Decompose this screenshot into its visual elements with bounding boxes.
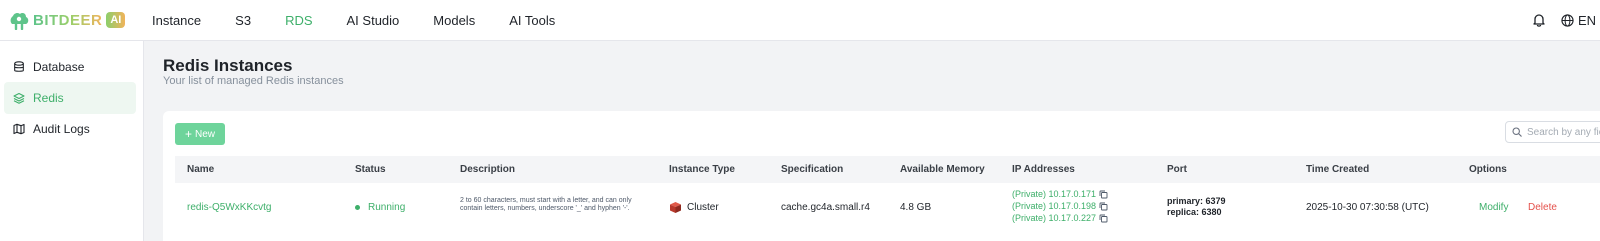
sidebar-item-audit-logs[interactable]: Audit Logs	[4, 113, 136, 145]
main-nav: Instance S3 RDS AI Studio Models AI Tool…	[152, 0, 589, 40]
sidebar-item-redis[interactable]: Redis	[4, 82, 136, 114]
ip-address-text: (Private) 10.17.0.198	[1012, 201, 1097, 211]
port-primary: primary: 6379	[1167, 196, 1226, 206]
search-box[interactable]	[1505, 121, 1600, 143]
bell-icon[interactable]	[1531, 12, 1547, 28]
ip-address-item: (Private) 10.17.0.171	[1012, 188, 1108, 200]
status-dot-icon	[355, 205, 360, 210]
sidebar-item-label: Audit Logs	[33, 122, 90, 136]
instance-specification: cache.gc4a.small.r4	[781, 202, 870, 213]
column-header-name[interactable]: Name	[187, 164, 214, 175]
language-selector[interactable]: EN	[1561, 13, 1596, 28]
instance-name-link[interactable]: redis-Q5WxKKcvtg	[187, 202, 271, 213]
column-header-available-memory[interactable]: Available Memory	[900, 164, 985, 175]
column-header-description[interactable]: Description	[460, 164, 515, 175]
nav-item-rds[interactable]: RDS	[285, 13, 312, 28]
port-info: primary: 6379 replica: 6380	[1167, 196, 1226, 218]
column-header-port[interactable]: Port	[1167, 164, 1187, 175]
status-label: Running	[368, 202, 406, 213]
instances-card: + New Name Status Description Instance T…	[163, 111, 1600, 241]
copy-icon[interactable]	[1099, 214, 1108, 223]
column-header-ip-addresses[interactable]: IP Addresses	[1012, 164, 1075, 175]
copy-icon[interactable]	[1099, 202, 1108, 211]
ip-address-item: (Private) 10.17.0.227	[1012, 212, 1108, 224]
brand-name: BITDEER	[33, 11, 103, 29]
instance-type-label: Cluster	[687, 202, 719, 213]
column-header-specification[interactable]: Specification	[781, 164, 843, 175]
sidebar: Database Redis Audit Logs	[0, 41, 144, 241]
column-header-time-created[interactable]: Time Created	[1306, 164, 1369, 175]
redis-cube-icon	[670, 202, 681, 213]
sidebar-item-database[interactable]: Database	[4, 51, 136, 83]
new-instance-button[interactable]: + New	[175, 123, 225, 145]
logo-mark-icon	[10, 12, 29, 30]
copy-icon[interactable]	[1099, 190, 1108, 199]
delete-button[interactable]: Delete	[1528, 202, 1557, 213]
new-button-label: New	[195, 128, 216, 140]
modify-button[interactable]: Modify	[1479, 202, 1508, 213]
header-actions: EN	[1531, 0, 1600, 40]
instance-description: 2 to 60 characters, must start with a le…	[460, 197, 632, 212]
column-header-status[interactable]: Status	[355, 164, 386, 175]
brand-badge: AI	[106, 12, 126, 28]
ip-address-list: (Private) 10.17.0.171 (Private) 10.17.0.…	[1012, 188, 1108, 224]
port-replica: replica: 6380	[1167, 207, 1222, 217]
ip-address-item: (Private) 10.17.0.198	[1012, 200, 1108, 212]
time-created: 2025-10-30 07:30:58 (UTC)	[1306, 202, 1429, 213]
column-header-instance-type[interactable]: Instance Type	[669, 164, 735, 175]
layers-icon	[13, 92, 25, 104]
language-label: EN	[1577, 12, 1596, 28]
nav-item-models[interactable]: Models	[433, 13, 475, 28]
page-title: Redis Instances	[163, 56, 293, 75]
sidebar-item-label: Redis	[33, 91, 64, 105]
available-memory: 4.8 GB	[900, 202, 932, 213]
top-bar: BITDEER AI Instance S3 RDS AI Studio Mod…	[0, 0, 1600, 41]
nav-item-instance[interactable]: Instance	[152, 13, 201, 28]
ip-address-text: (Private) 10.17.0.227	[1012, 213, 1097, 223]
search-icon	[1512, 127, 1522, 137]
status-badge: Running	[355, 202, 405, 213]
map-icon	[13, 123, 25, 135]
sidebar-item-label: Database	[33, 60, 85, 74]
search-input[interactable]	[1527, 126, 1600, 138]
column-header-options: Options	[1469, 164, 1507, 175]
instance-type: Cluster	[669, 201, 719, 214]
nav-item-ai-studio[interactable]: AI Studio	[347, 13, 400, 28]
globe-icon	[1561, 13, 1574, 27]
database-icon	[14, 61, 24, 72]
brand-logo[interactable]: BITDEER AI	[8, 10, 126, 30]
page-subtitle: Your list of managed Redis instances	[163, 75, 344, 87]
nav-item-s3[interactable]: S3	[235, 13, 251, 28]
ip-address-text: (Private) 10.17.0.171	[1012, 189, 1097, 199]
table-header: Name Status Description Instance Type Sp…	[175, 156, 1600, 183]
plus-icon: +	[184, 127, 192, 141]
nav-item-ai-tools[interactable]: AI Tools	[509, 13, 555, 28]
